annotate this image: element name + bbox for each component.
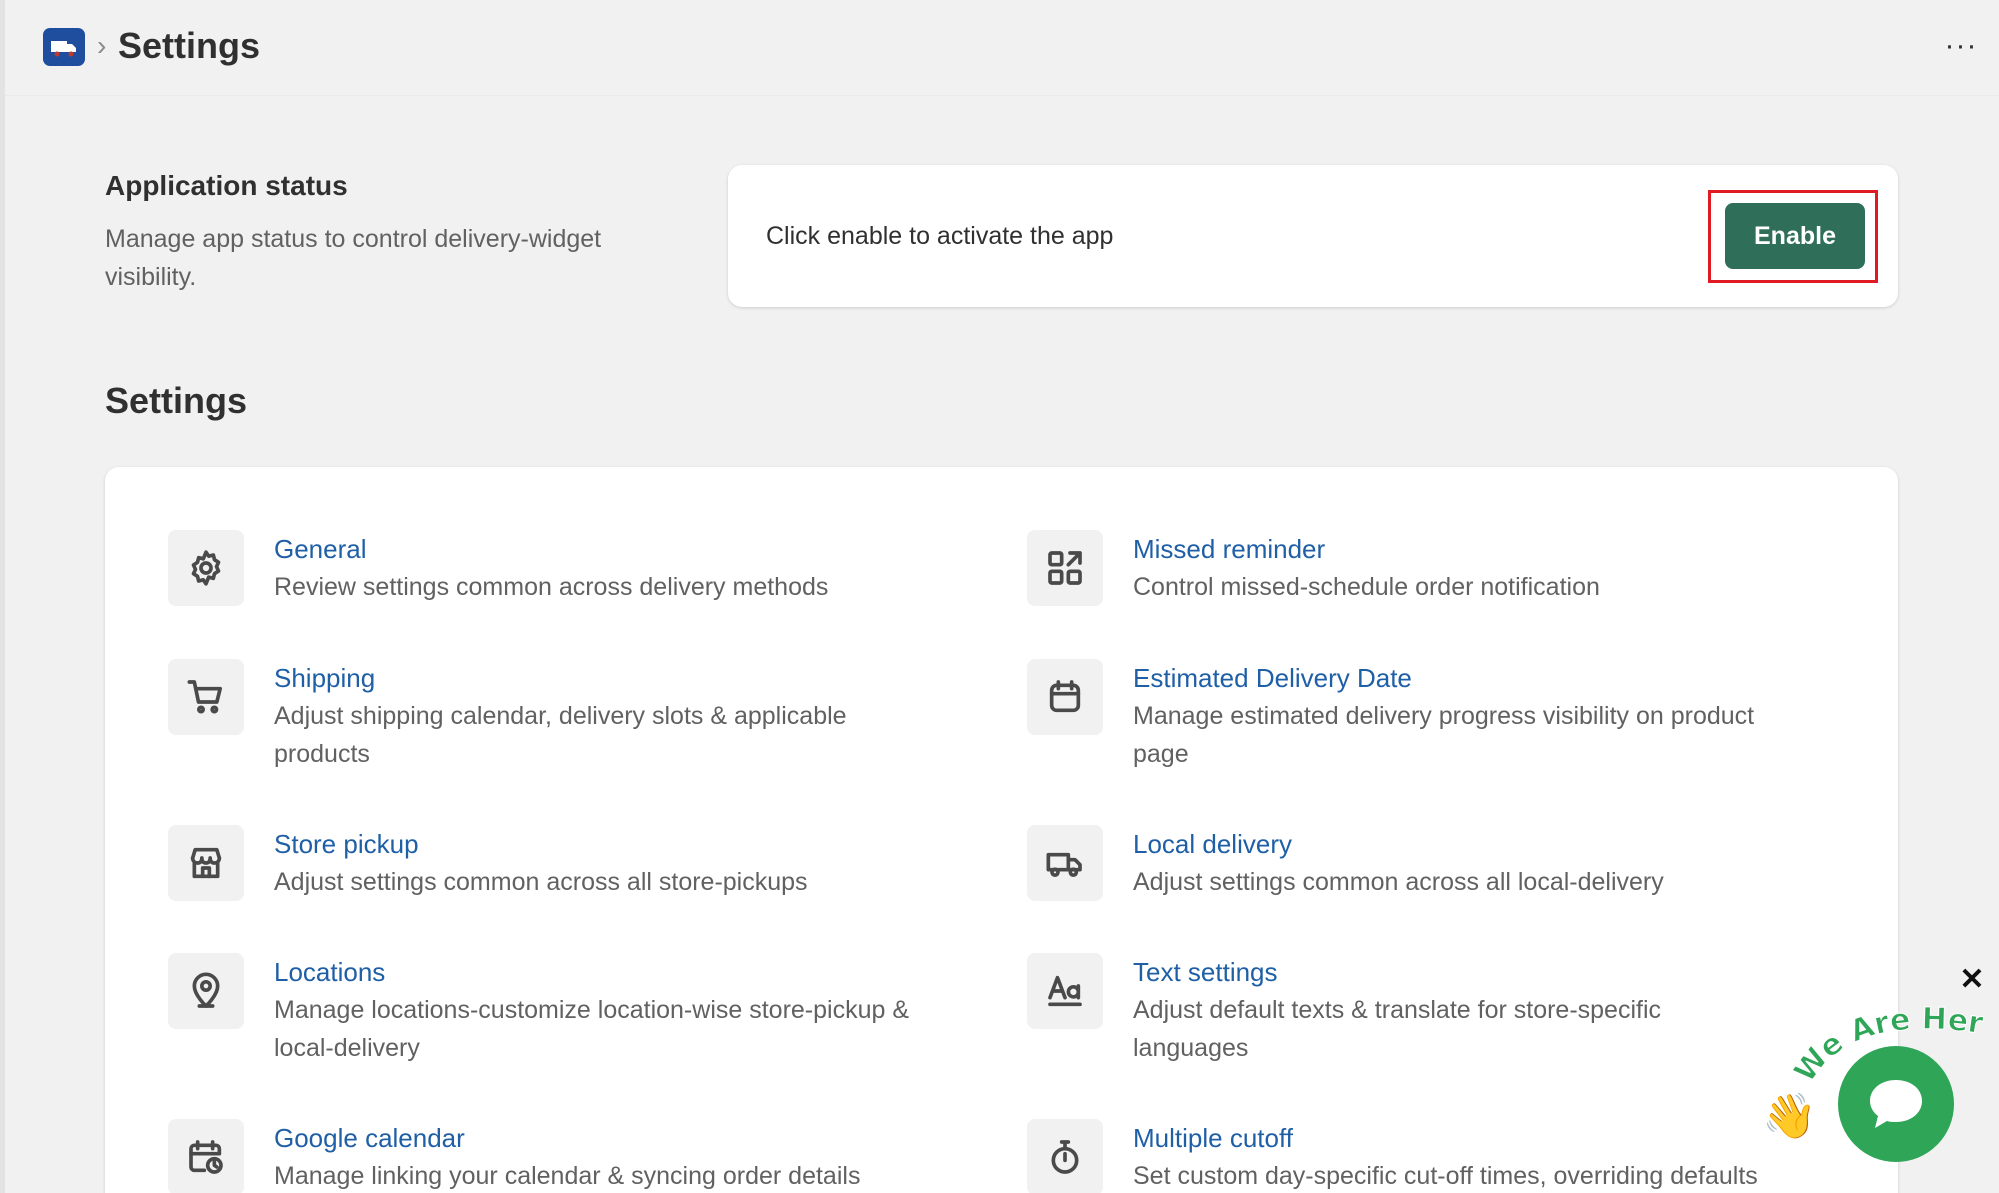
status-card-text: Click enable to activate the app xyxy=(766,222,1114,250)
icon-box xyxy=(168,659,244,735)
settings-item-google-calendar[interactable]: Google calendar Manage linking your cale… xyxy=(168,1119,958,1193)
settings-item-title[interactable]: Multiple cutoff xyxy=(1133,1119,1758,1157)
settings-item-title[interactable]: Missed reminder xyxy=(1133,530,1600,568)
apps-icon xyxy=(1048,551,1082,585)
icon-box xyxy=(1027,530,1103,606)
settings-item-title[interactable]: Locations xyxy=(274,953,934,991)
settings-item-title[interactable]: Shipping xyxy=(274,659,914,697)
settings-item-title[interactable]: Text settings xyxy=(1133,953,1733,991)
settings-item-description: Manage estimated delivery progress visib… xyxy=(1133,702,1755,768)
icon-box xyxy=(168,530,244,606)
page-title: Settings xyxy=(118,25,261,66)
gear-icon xyxy=(191,550,221,586)
app-logo-icon[interactable] xyxy=(43,28,85,66)
settings-item-description: Manage linking your calendar & syncing o… xyxy=(274,1162,861,1190)
settings-item-title[interactable]: Estimated Delivery Date xyxy=(1133,659,1813,697)
settings-item-shipping[interactable]: Shipping Adjust shipping calendar, deliv… xyxy=(168,659,958,773)
settings-item-description: Adjust settings common across all store-… xyxy=(274,868,808,896)
settings-item-missed-reminder[interactable]: Missed reminder Control missed-schedule … xyxy=(1027,530,1817,606)
location-pin-icon xyxy=(192,972,220,1008)
cart-icon xyxy=(187,680,223,714)
settings-item-description: Control missed-schedule order notificati… xyxy=(1133,573,1600,601)
settings-item-title[interactable]: Local delivery xyxy=(1133,825,1664,863)
calendar-icon xyxy=(1049,680,1081,713)
enable-button[interactable]: Enable xyxy=(1725,203,1865,269)
settings-item-description: Adjust settings common across all local-… xyxy=(1133,868,1664,896)
icon-box xyxy=(168,953,244,1029)
settings-item-multiple-cutoff[interactable]: Multiple cutoff Set custom day-specific … xyxy=(1027,1119,1817,1193)
stopwatch-icon xyxy=(1051,1140,1079,1174)
settings-card: General Review settings common across de… xyxy=(105,467,1898,1193)
store-icon xyxy=(190,847,222,879)
enable-button-highlight: Enable xyxy=(1708,190,1878,283)
settings-item-locations[interactable]: Locations Manage locations-customize loc… xyxy=(168,953,958,1067)
icon-box xyxy=(1027,659,1103,735)
truck-icon xyxy=(1046,852,1082,877)
waving-hand-icon: 👋 xyxy=(1762,1092,1817,1141)
settings-heading: Settings xyxy=(105,380,248,421)
chat-launcher-button[interactable] xyxy=(1838,1046,1954,1162)
settings-item-description: Set custom day-specific cut-off times, o… xyxy=(1133,1162,1758,1190)
settings-item-description: Manage locations-customize location-wise… xyxy=(274,996,910,1062)
application-status-description: Manage app status to control delivery-wi… xyxy=(105,225,602,291)
calendar-clock-icon xyxy=(189,1140,223,1174)
top-bar: › Settings ··· xyxy=(5,0,1999,96)
application-status-heading: Application status xyxy=(105,170,348,201)
icon-box xyxy=(1027,1119,1103,1193)
settings-item-store-pickup[interactable]: Store pickup Adjust settings common acro… xyxy=(168,825,958,901)
settings-item-description: Adjust shipping calendar, delivery slots… xyxy=(274,702,847,768)
delivery-truck-icon xyxy=(51,41,76,57)
chat-bubble-icon xyxy=(1870,1080,1922,1128)
chat-close-button[interactable]: ✕ xyxy=(1955,962,1989,996)
settings-item-general[interactable]: General Review settings common across de… xyxy=(168,530,958,606)
icon-box xyxy=(168,825,244,901)
settings-item-local-delivery[interactable]: Local delivery Adjust settings common ac… xyxy=(1027,825,1817,901)
settings-item-text-settings[interactable]: Text settings Adjust default texts & tra… xyxy=(1027,953,1817,1067)
settings-item-title[interactable]: General xyxy=(274,530,828,568)
icon-box xyxy=(168,1119,244,1193)
settings-item-title[interactable]: Store pickup xyxy=(274,825,808,863)
breadcrumb-separator: › xyxy=(97,30,107,61)
settings-item-description: Adjust default texts & translate for sto… xyxy=(1133,996,1662,1062)
icon-box xyxy=(1027,953,1103,1029)
text-icon xyxy=(1048,975,1082,1007)
page-edge xyxy=(0,0,5,1193)
icon-box xyxy=(1027,825,1103,901)
settings-item-estimated-delivery-date[interactable]: Estimated Delivery Date Manage estimated… xyxy=(1027,659,1817,773)
more-actions-button[interactable]: ··· xyxy=(1937,28,1985,64)
application-status-card: Click enable to activate the app Enable xyxy=(728,165,1898,307)
settings-item-title[interactable]: Google calendar xyxy=(274,1119,860,1157)
settings-item-description: Review settings common across delivery m… xyxy=(274,573,829,601)
